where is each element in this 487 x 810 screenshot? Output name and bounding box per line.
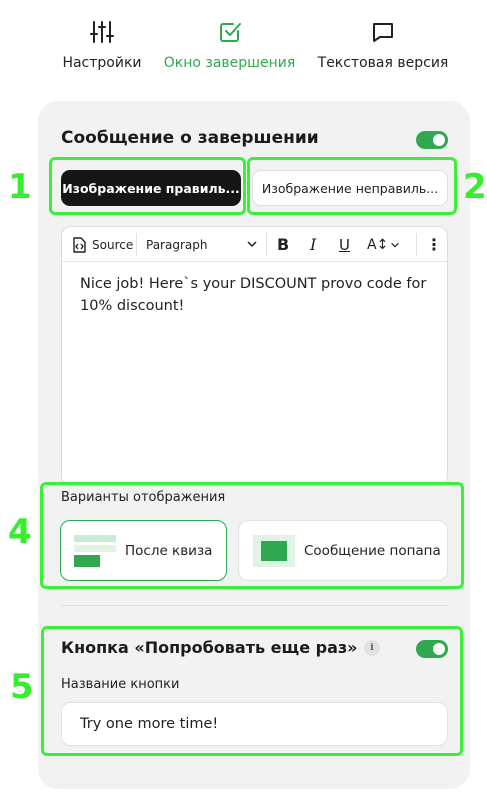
toolbar-divider	[416, 233, 417, 256]
section-divider	[61, 605, 448, 606]
button-name-input[interactable]: Try one more time!	[61, 702, 448, 746]
chevron-down-icon	[246, 238, 258, 253]
tab-text-version-label: Текстовая версия	[317, 55, 449, 71]
more-options-icon[interactable]: ⋮	[426, 227, 442, 262]
editor-toolbar: Source Paragraph B I U A↕ ⋮	[62, 227, 447, 262]
toolbar-divider	[266, 233, 267, 256]
incorrect-image-button[interactable]: Изображение неправиль...	[252, 170, 448, 206]
chevron-down-icon	[390, 240, 400, 250]
source-label: Source	[92, 237, 134, 252]
italic-button[interactable]: I	[310, 227, 316, 262]
underline-button[interactable]: U	[339, 227, 350, 262]
checkbox-icon	[216, 18, 244, 46]
popup-illustration-icon	[253, 535, 295, 567]
top-tabs: Настройки Окно завершения Текстовая верс…	[0, 18, 487, 78]
completion-toggle[interactable]	[416, 131, 448, 149]
completion-message-title: Сообщение о завершении	[61, 128, 319, 148]
font-size-button[interactable]: A↕	[367, 227, 400, 262]
source-button[interactable]: Source	[70, 227, 133, 262]
annotation-number-5: 5	[10, 667, 34, 707]
popup-message-label: Сообщение попапа	[304, 542, 441, 559]
bold-button[interactable]: B	[277, 227, 289, 262]
button-name-label: Название кнопки	[61, 677, 180, 692]
chat-bubble-icon	[369, 18, 397, 46]
sliders-icon	[88, 18, 116, 46]
display-option-popup-message[interactable]: Сообщение попапа	[238, 520, 448, 581]
retry-button-toggle[interactable]	[416, 640, 448, 658]
tab-text-version[interactable]: Текстовая версия	[316, 18, 450, 71]
paragraph-format-value: Paragraph	[146, 237, 208, 252]
info-icon[interactable]: i	[364, 640, 380, 656]
after-quiz-label: После квиза	[125, 542, 213, 559]
correct-image-button[interactable]: Изображение правиль...	[61, 170, 241, 206]
tab-settings[interactable]: Настройки	[62, 18, 142, 71]
editor-content[interactable]: Nice job! Here`s your DISCOUNT provo cod…	[80, 273, 430, 317]
toggle-knob	[433, 643, 445, 655]
source-icon	[70, 236, 88, 254]
tab-settings-label: Настройки	[62, 55, 142, 71]
annotation-number-4: 4	[8, 512, 32, 552]
font-size-label: A↕	[367, 236, 389, 253]
paragraph-format-select[interactable]: Paragraph	[146, 227, 258, 262]
toggle-knob	[433, 134, 445, 146]
annotation-number-1: 1	[8, 167, 32, 207]
tab-completion-window[interactable]: Окно завершения	[163, 18, 296, 71]
display-options-label: Варианты отображения	[61, 490, 226, 505]
toolbar-divider	[136, 233, 137, 256]
after-quiz-illustration-icon	[74, 535, 116, 567]
annotation-number-2: 2	[463, 167, 487, 207]
rich-text-editor: Source Paragraph B I U A↕ ⋮ Nice job! He…	[61, 226, 448, 486]
display-option-after-quiz[interactable]: После квиза	[60, 520, 227, 581]
tab-completion-label: Окно завершения	[163, 55, 296, 71]
retry-button-title: Кнопка «Попробовать еще раз»	[61, 638, 358, 657]
